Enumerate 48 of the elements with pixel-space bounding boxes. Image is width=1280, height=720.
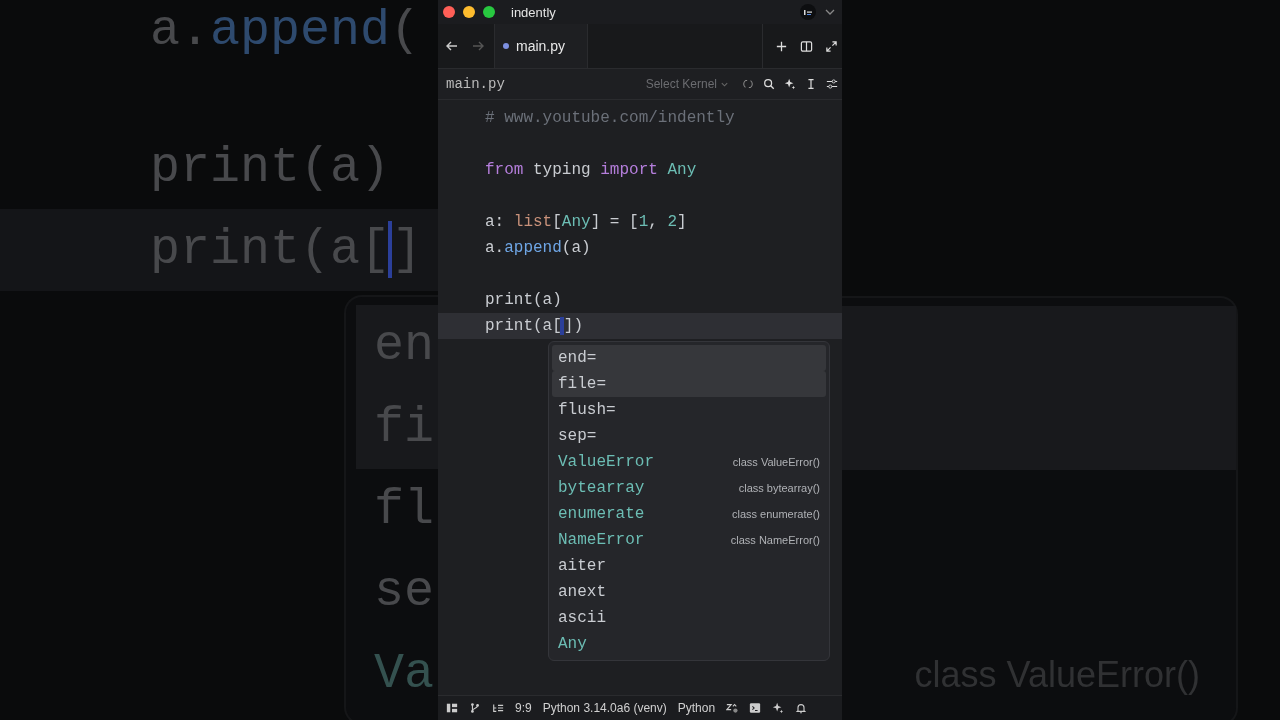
completion-item[interactable]: enumerate class enumerate()	[552, 501, 826, 527]
completion-item[interactable]: bytearray class bytearray()	[552, 475, 826, 501]
code-line: a.append(	[150, 2, 421, 59]
split-view-icon[interactable]	[800, 39, 813, 53]
interpreter-selector[interactable]: Python 3.14.0a6 (venv)	[542, 701, 667, 715]
language-selector[interactable]: Python	[677, 701, 716, 715]
completion-item[interactable]: file=	[552, 371, 826, 397]
code-line: print(a)	[150, 139, 391, 196]
sparkle-icon[interactable]	[772, 702, 785, 714]
completion-item[interactable]: Any	[552, 631, 826, 657]
completion-item[interactable]: anext	[552, 579, 826, 605]
code-line: from typing import Any	[485, 161, 697, 179]
code-line: # www.youtube.com/indently	[485, 109, 735, 127]
sliders-icon[interactable]	[826, 78, 838, 90]
window-title: indently	[511, 4, 556, 20]
minimize-button[interactable]	[463, 6, 475, 18]
code-line: a: list[Any] = [1, 2]	[485, 213, 687, 231]
back-arrow-icon[interactable]	[445, 39, 459, 53]
text-cursor-icon[interactable]	[805, 78, 817, 90]
cursor-position[interactable]: 9:9	[515, 701, 532, 715]
completion-item[interactable]: NameError class NameError()	[552, 527, 826, 553]
completion-item[interactable]: end=	[552, 345, 826, 371]
zoom-button[interactable]	[483, 6, 495, 18]
sleep-icon[interactable]	[726, 702, 739, 714]
outline-icon[interactable]	[492, 702, 504, 714]
sparkle-icon[interactable]	[784, 78, 796, 90]
completion-item[interactable]: ValueError class ValueError()	[552, 449, 826, 475]
completion-item: se	[373, 562, 435, 622]
panel-icon[interactable]	[446, 702, 458, 714]
code-line: print(a[])	[485, 317, 583, 335]
terminal-icon[interactable]	[749, 702, 762, 714]
expand-icon[interactable]	[825, 39, 838, 53]
search-icon[interactable]	[763, 78, 775, 90]
code-line: print(a)	[485, 291, 562, 309]
file-breadcrumb[interactable]: main.py	[446, 76, 505, 92]
bell-icon[interactable]	[795, 702, 808, 714]
close-button[interactable]	[443, 6, 455, 18]
completion-item[interactable]: ascii	[552, 605, 826, 631]
code-line: a.append(a)	[485, 239, 591, 257]
file-tab[interactable]: main.py	[494, 24, 589, 68]
completion-item[interactable]: flush=	[552, 397, 826, 423]
completion-item: Va	[373, 644, 435, 704]
completion-item[interactable]: sep=	[552, 423, 826, 449]
completion-item: fl	[373, 480, 435, 540]
avatar-icon[interactable]	[800, 4, 816, 20]
plus-icon[interactable]	[775, 39, 788, 53]
git-branch-icon[interactable]	[469, 702, 481, 714]
completion-item[interactable]: aiter	[552, 553, 826, 579]
